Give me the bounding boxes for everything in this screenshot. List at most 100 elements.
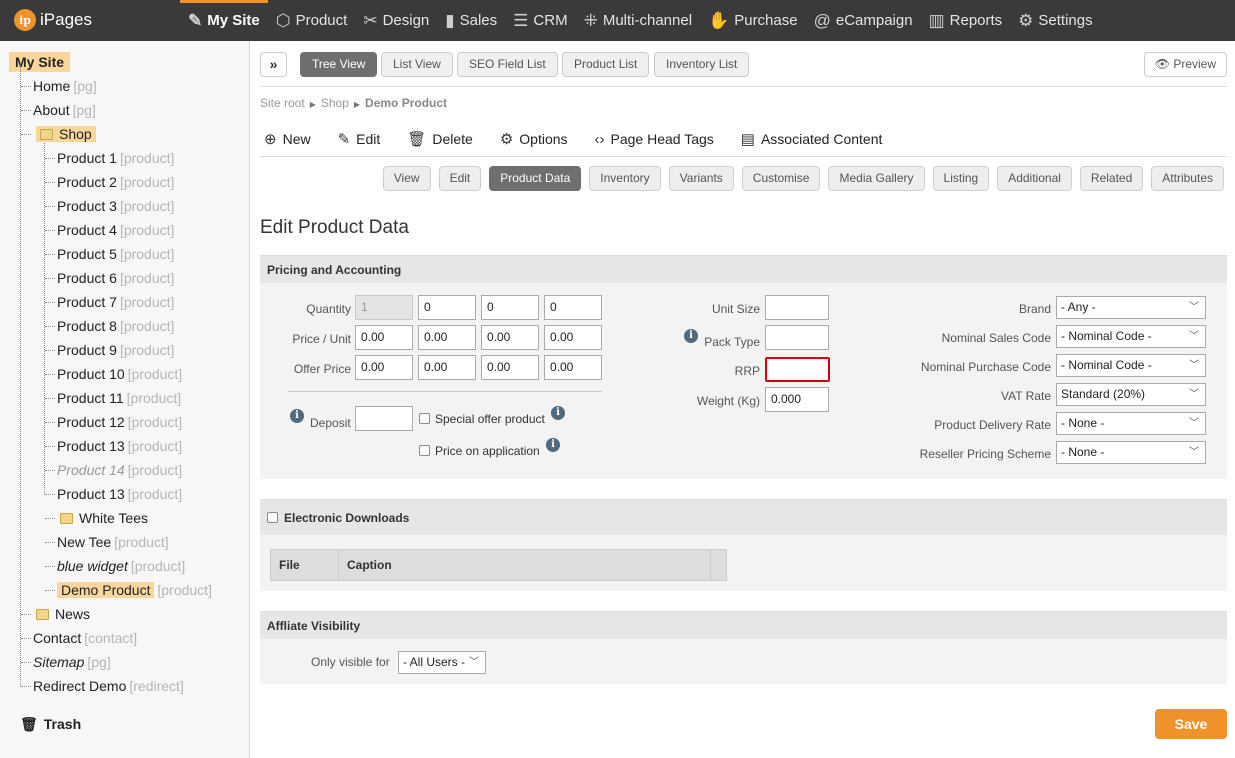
tab-inventory[interactable]: Inventory [589,166,661,191]
electronic-downloads-checkbox[interactable] [267,512,278,523]
nominal-sales-select[interactable]: - Nominal Code - ﹀ [1056,325,1206,348]
reseller-pricing-label: Reseller Pricing Scheme [919,447,1051,461]
tree-node[interactable]: Redirect Demo [redirect] [33,676,184,696]
tree-node[interactable]: Shop [36,124,96,144]
tree-node[interactable]: Product 4 [product] [57,220,174,240]
delete-action[interactable]: 🗑 Delete [407,130,473,148]
nav-design[interactable]: ✂ Design [355,0,437,41]
nav-settings[interactable]: ⚙ Settings [1010,0,1100,41]
tree-root-my-site[interactable]: My Site [9,52,71,72]
tree-node[interactable]: Product 6 [product] [57,268,174,288]
quantity-input-2[interactable]: 0 [418,295,476,320]
price-on-application-checkbox[interactable] [419,445,430,456]
tab-list-view[interactable]: List View [381,52,453,77]
unit-size-input[interactable] [765,295,829,320]
tab-inventory-list[interactable]: Inventory List [654,52,750,77]
delivery-rate-select[interactable]: - None - ﹀ [1056,412,1206,435]
tab-attributes[interactable]: Attributes [1151,166,1224,191]
tree-node[interactable]: Demo Product [product] [57,580,212,600]
tab-customise[interactable]: Customise [741,166,821,191]
trash-link[interactable]: 🗑 Trash [20,716,81,733]
tab-variants[interactable]: Variants [668,166,734,191]
tree-node[interactable]: White Tees [60,508,148,528]
tree-node[interactable]: Sitemap [pg] [33,652,111,672]
tree-node[interactable]: blue widget [product] [57,556,185,576]
plus-circle-icon: ⊕ [264,131,277,148]
price-input-2[interactable]: 0.00 [418,325,476,350]
tree-node[interactable]: News [36,604,90,624]
quantity-input-3[interactable]: 0 [481,295,539,320]
tree-node[interactable]: Product 9 [product] [57,340,174,360]
tab-seo-field-list[interactable]: SEO Field List [457,52,558,77]
deposit-input[interactable] [355,406,413,431]
weight-input[interactable]: 0.000 [765,387,829,412]
nav-multi-channel[interactable]: ⁜ Multi-channel [576,0,700,41]
tree-guide-line [21,638,31,639]
tree-node[interactable]: Product 3 [product] [57,196,174,216]
nav-my-site[interactable]: ✎ My Site [180,0,268,41]
tree-node[interactable]: About [pg] [33,100,96,120]
price-input-3[interactable]: 0.00 [481,325,539,350]
tab-listing[interactable]: Listing [932,166,990,191]
tab-product-list[interactable]: Product List [562,52,650,77]
tree-node-label: Sitemap [33,654,85,670]
page-head-tags-action[interactable]: ‹› Page Head Tags [595,130,714,148]
tab-additional[interactable]: Additional [997,166,1072,191]
visible-for-select[interactable]: - All Users - ﹀ [398,651,486,674]
tab-media-gallery[interactable]: Media Gallery [828,166,925,191]
tree-node[interactable]: Product 13 [product] [57,484,182,504]
rrp-input[interactable] [765,357,830,382]
tree-node[interactable]: Product 7 [product] [57,292,174,312]
tab-edit[interactable]: Edit [438,166,482,191]
special-offer-info-icon[interactable]: i [551,406,565,420]
offer-input-2[interactable]: 0.00 [418,355,476,380]
tree-node[interactable]: Product 1 [product] [57,148,174,168]
offer-input-1[interactable]: 0.00 [355,355,413,380]
new-action[interactable]: ⊕ New [264,130,311,148]
tree-node[interactable]: Product 11 [product] [57,388,181,408]
tree-node[interactable]: Product 8 [product] [57,316,174,336]
tree-node[interactable]: Product 13 [product] [57,436,182,456]
tree-node[interactable]: Home [pg] [33,76,97,96]
save-button[interactable]: Save [1155,709,1227,739]
tree-node[interactable]: Product 5 [product] [57,244,174,264]
breadcrumb-site-root[interactable]: Site root [260,96,305,110]
pack-type-input[interactable] [765,325,829,350]
brand-select[interactable]: - Any - ﹀ [1056,296,1206,319]
app-logo[interactable]: ip iPages [14,9,92,31]
tab-related[interactable]: Related [1079,166,1144,191]
tab-tree-view[interactable]: Tree View [300,52,378,77]
options-action[interactable]: ⚙ Options [500,130,568,148]
tree-node[interactable]: Product 2 [product] [57,172,174,192]
preview-button[interactable]: 👁 Preview [1143,52,1227,77]
price-input-4[interactable]: 0.00 [544,325,602,350]
tree-node[interactable]: New Tee [product] [57,532,169,552]
nav-sales[interactable]: ▮ Sales [437,0,505,41]
nav-crm[interactable]: ☰ CRM [505,0,575,41]
deposit-info-icon[interactable]: i [290,409,304,423]
tab-view[interactable]: View [382,166,431,191]
nav-purchase[interactable]: ✋ Purchase [700,0,806,41]
tree-node[interactable]: Product 14 [product] [57,460,182,480]
breadcrumb-shop[interactable]: Shop [321,96,349,110]
main-content: » Tree View List View SEO Field List Pro… [250,41,1235,758]
special-offer-checkbox[interactable] [419,413,430,424]
tree-node[interactable]: Product 10 [product] [57,364,182,384]
price-input-1[interactable]: 0.00 [355,325,413,350]
associated-content-action[interactable]: ▤ Associated Content [741,130,883,148]
nav-ecampaign[interactable]: @ eCampaign [806,0,921,41]
nav-product[interactable]: ⬡ Product [268,0,356,41]
expand-sidebar-button[interactable]: » [260,52,287,77]
tab-product-data[interactable]: Product Data [489,166,582,191]
nominal-purchase-select[interactable]: - Nominal Code - ﹀ [1056,354,1206,377]
nav-reports[interactable]: ▥ Reports [921,0,1011,41]
reseller-pricing-select[interactable]: - None - ﹀ [1056,441,1206,464]
tree-node[interactable]: Contact [contact] [33,628,137,648]
vat-rate-select[interactable]: Standard (20%) ﹀ [1056,383,1206,406]
offer-input-4[interactable]: 0.00 [544,355,602,380]
edit-action[interactable]: ✎ Edit [338,130,381,148]
offer-input-3[interactable]: 0.00 [481,355,539,380]
price-on-application-info-icon[interactable]: i [546,438,560,452]
tree-node[interactable]: Product 12 [product] [57,412,182,432]
quantity-input-4[interactable]: 0 [544,295,602,320]
